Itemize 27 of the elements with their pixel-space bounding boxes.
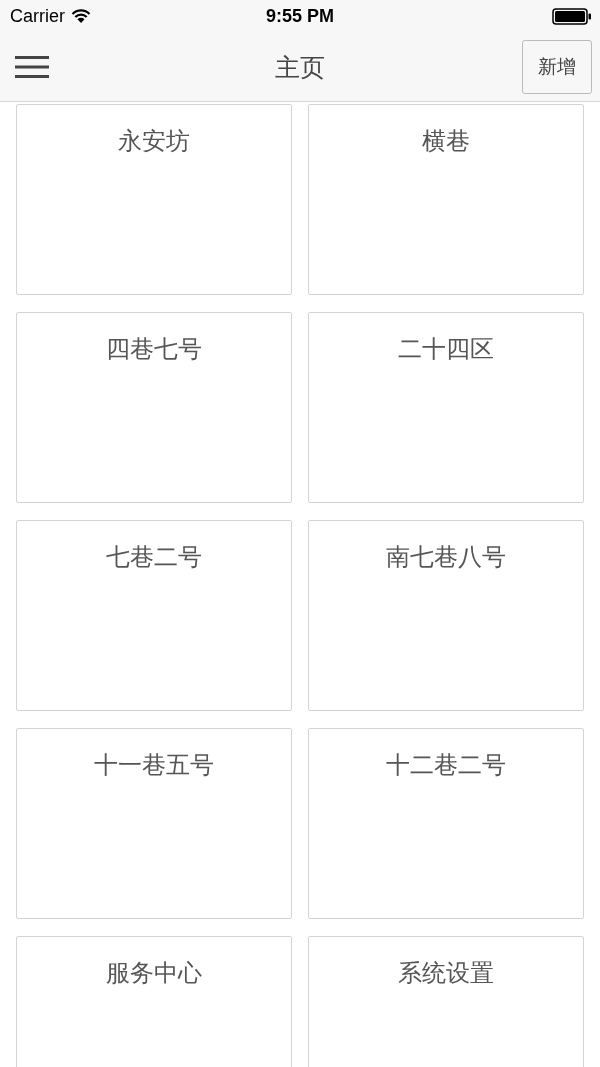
location-tile[interactable]: 十一巷五号 <box>16 728 292 919</box>
location-tile[interactable]: 系统设置 <box>308 936 584 1067</box>
location-tile[interactable]: 七巷二号 <box>16 520 292 711</box>
menu-icon[interactable] <box>15 54 49 80</box>
location-tile[interactable]: 永安坊 <box>16 104 292 295</box>
tile-label: 十一巷五号 <box>94 750 214 781</box>
tile-label: 永安坊 <box>118 126 190 157</box>
location-tile[interactable]: 二十四区 <box>308 312 584 503</box>
tile-label: 七巷二号 <box>106 542 202 573</box>
location-tile[interactable]: 十二巷二号 <box>308 728 584 919</box>
carrier-name: Carrier <box>10 6 65 27</box>
tile-label: 二十四区 <box>398 334 494 365</box>
location-tile[interactable]: 南七巷八号 <box>308 520 584 711</box>
battery-icon <box>552 8 592 25</box>
clock-time: 9:55 PM <box>266 6 334 27</box>
tile-label: 四巷七号 <box>106 334 202 365</box>
tile-label: 服务中心 <box>106 958 202 989</box>
tile-label: 系统设置 <box>398 958 494 989</box>
page-title: 主页 <box>275 51 325 84</box>
location-tile[interactable]: 四巷七号 <box>16 312 292 503</box>
tile-label: 横巷 <box>422 126 470 157</box>
location-tile[interactable]: 横巷 <box>308 104 584 295</box>
wifi-icon <box>71 9 91 24</box>
add-button[interactable]: 新增 <box>522 40 592 94</box>
tile-label: 南七巷八号 <box>386 542 506 573</box>
tile-label: 十二巷二号 <box>386 750 506 781</box>
location-tile[interactable]: 服务中心 <box>16 936 292 1067</box>
